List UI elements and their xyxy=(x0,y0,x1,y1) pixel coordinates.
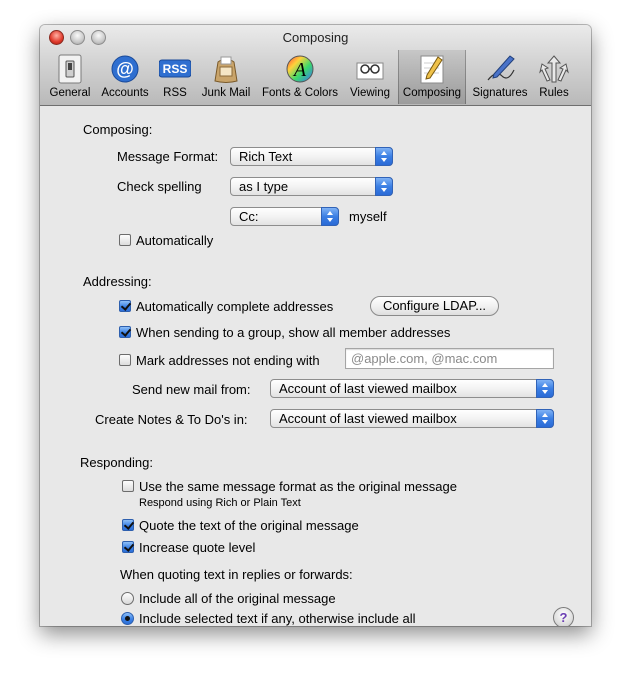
increase-quote-checkbox[interactable] xyxy=(122,541,134,553)
composing-pane: Composing: Message Format: Rich Text Che… xyxy=(40,106,591,626)
group-addresses-label: When sending to a group, show all member… xyxy=(136,325,451,340)
myself-label: myself xyxy=(349,209,387,224)
composing-pencil-icon xyxy=(416,54,448,84)
include-selected-radio[interactable] xyxy=(121,612,134,625)
quote-text-label: Quote the text of the original message xyxy=(139,518,359,533)
fonts-glyph: A xyxy=(292,59,307,81)
message-format-popup[interactable]: Rich Text xyxy=(230,147,393,166)
include-all-label: Include all of the original message xyxy=(139,591,336,606)
include-selected-label: Include selected text if any, otherwise … xyxy=(139,611,416,626)
auto-complete-label: Automatically complete addresses xyxy=(136,299,334,314)
same-format-checkbox[interactable] xyxy=(122,480,134,492)
same-format-hint: Respond using Rich or Plain Text xyxy=(139,497,301,509)
mark-addresses-checkbox[interactable] xyxy=(119,354,131,366)
signatures-pen-icon xyxy=(484,54,516,84)
check-spelling-value: as I type xyxy=(239,179,289,194)
toolbar-rss[interactable]: RSS RSS xyxy=(156,50,194,104)
junk-mail-bag-icon xyxy=(210,54,242,84)
notes-label: Create Notes & To Do's in: xyxy=(95,412,248,427)
title-bar: Composing General @ Accounts RSS RSS Jun… xyxy=(40,25,591,106)
send-from-label: Send new mail from: xyxy=(132,382,251,397)
toolbar-viewing[interactable]: Viewing xyxy=(345,50,395,104)
message-format-label: Message Format: xyxy=(117,149,219,164)
rules-arrows-icon xyxy=(538,54,570,84)
mark-addresses-field[interactable]: @apple.com, @mac.com xyxy=(345,348,554,369)
rss-badge: RSS xyxy=(163,62,188,76)
cc-value: Cc: xyxy=(239,209,259,224)
responding-heading: Responding: xyxy=(80,455,153,470)
check-spelling-label: Check spelling xyxy=(117,179,202,194)
auto-complete-checkbox[interactable] xyxy=(119,300,131,312)
toolbar-general[interactable]: General xyxy=(46,50,94,104)
preferences-window: Composing General @ Accounts RSS RSS Jun… xyxy=(40,25,591,626)
include-all-radio[interactable] xyxy=(121,592,134,605)
notes-value: Account of last viewed mailbox xyxy=(279,411,457,426)
popup-arrows-icon xyxy=(536,379,554,398)
help-button[interactable]: ? xyxy=(553,607,574,626)
addressing-heading: Addressing: xyxy=(83,274,152,289)
toolbar-rules[interactable]: Rules xyxy=(534,50,574,104)
popup-arrows-icon xyxy=(375,177,393,196)
configure-ldap-button[interactable]: Configure LDAP... xyxy=(370,296,499,316)
toolbar-fonts-colors[interactable]: A Fonts & Colors xyxy=(258,50,342,104)
window-title: Composing xyxy=(282,30,349,45)
quoting-heading: When quoting text in replies or forwards… xyxy=(120,567,353,582)
quote-text-checkbox[interactable] xyxy=(122,519,134,531)
toolbar-signatures[interactable]: Signatures xyxy=(469,50,531,104)
fonts-colors-icon: A xyxy=(284,54,316,84)
notes-popup[interactable]: Account of last viewed mailbox xyxy=(270,409,554,428)
mark-addresses-label: Mark addresses not ending with xyxy=(136,353,320,368)
viewing-glasses-icon xyxy=(354,54,386,84)
toolbar-junk-mail[interactable]: Junk Mail xyxy=(198,50,254,104)
group-addresses-checkbox[interactable] xyxy=(119,326,131,338)
at-sign-icon: @ xyxy=(109,54,141,84)
send-from-popup[interactable]: Account of last viewed mailbox xyxy=(270,379,554,398)
toolbar-composing[interactable]: Composing xyxy=(398,50,466,104)
popup-arrows-icon xyxy=(536,409,554,428)
send-from-value: Account of last viewed mailbox xyxy=(279,381,457,396)
automatically-label: Automatically xyxy=(136,233,214,248)
same-format-label: Use the same message format as the origi… xyxy=(139,479,457,494)
popup-arrows-icon xyxy=(375,147,393,166)
popup-arrows-icon xyxy=(321,207,339,226)
message-format-value: Rich Text xyxy=(239,149,293,164)
general-switch-icon xyxy=(54,54,86,84)
increase-quote-label: Increase quote level xyxy=(139,540,256,555)
automatically-checkbox[interactable] xyxy=(119,234,131,246)
svg-text:@: @ xyxy=(116,59,134,79)
check-spelling-popup[interactable]: as I type xyxy=(230,177,393,196)
composing-heading: Composing: xyxy=(83,122,153,137)
cc-popup[interactable]: Cc: xyxy=(230,207,339,226)
toolbar-accounts[interactable]: @ Accounts xyxy=(97,50,153,104)
rss-icon: RSS xyxy=(158,54,192,84)
